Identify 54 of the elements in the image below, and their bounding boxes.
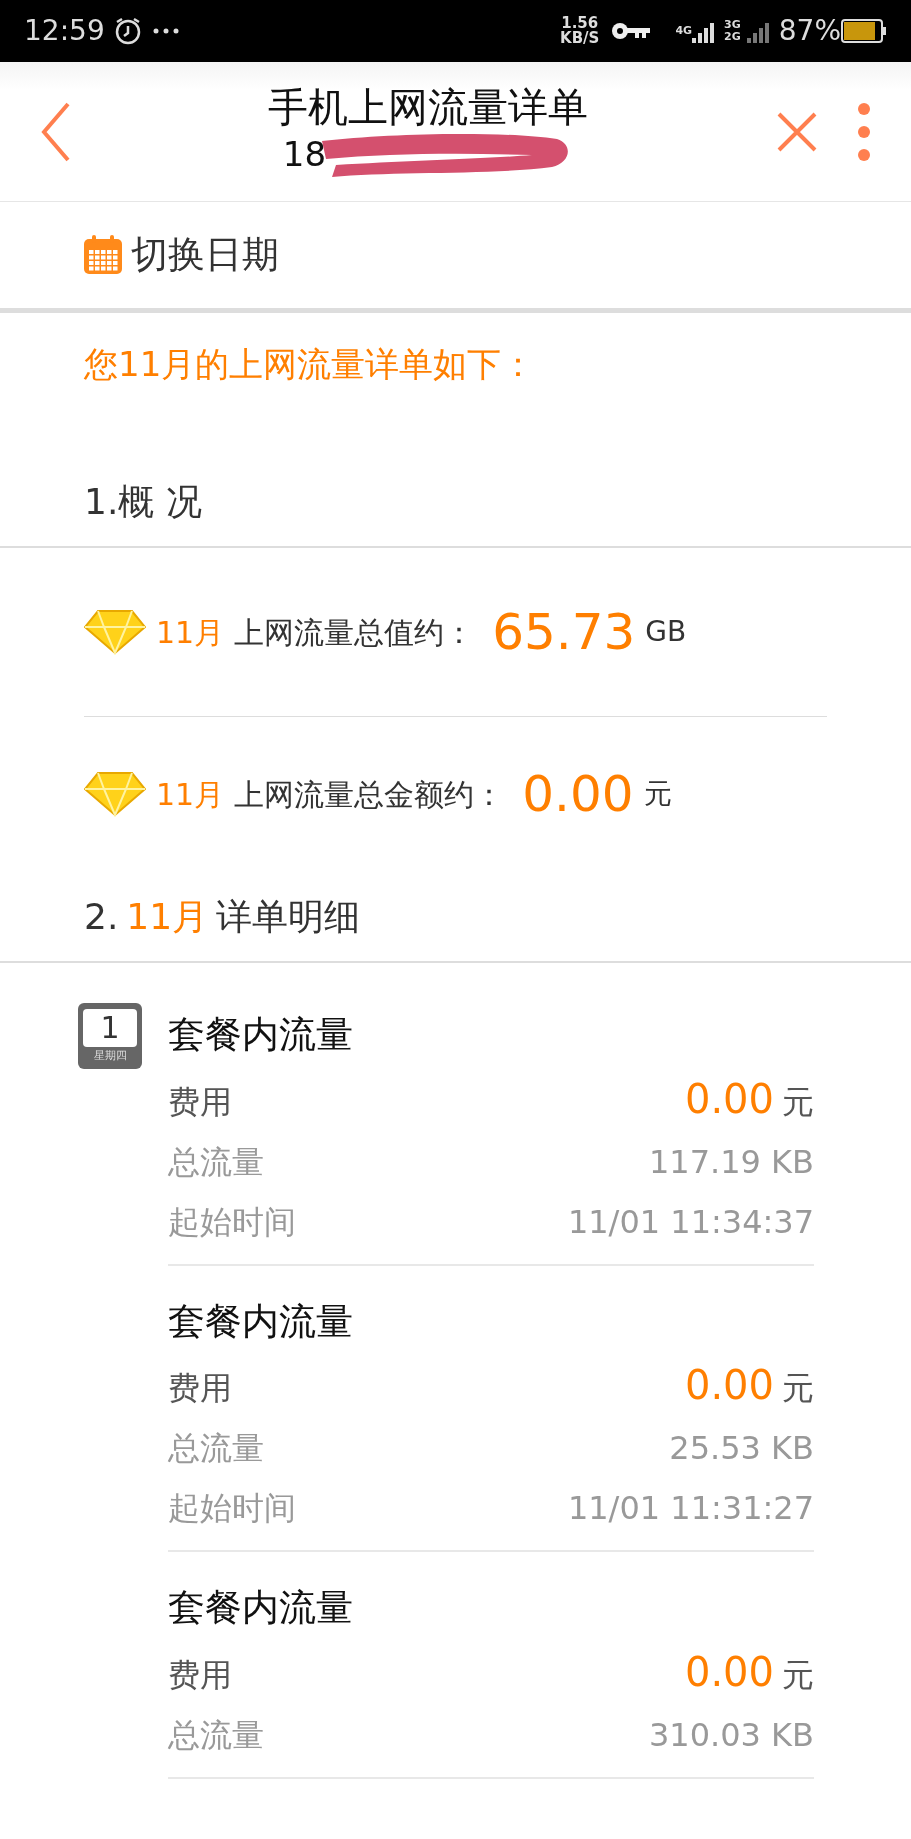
field-label: 总流量 [168, 1428, 264, 1469]
fee-unit: 元 [782, 1369, 814, 1407]
start-time: 11/01 11:34:37 [567, 1201, 814, 1243]
network-label: 2G [724, 31, 741, 44]
field-label: 费用 [168, 1368, 232, 1409]
fee-unit: 元 [782, 1082, 814, 1121]
summary-label: 上网流量总值约： [234, 613, 475, 652]
section-title: 详单明细 [216, 895, 361, 939]
field-label: 总流量 [168, 1714, 264, 1756]
record-title: 套餐内流量 [168, 1298, 354, 1345]
fee-value: 0.00 [684, 1075, 774, 1122]
summary-unit: 元 [643, 776, 672, 812]
battery-icon [841, 18, 887, 44]
record-title: 套餐内流量 [168, 1585, 354, 1631]
summary-month: 11月 [156, 775, 225, 814]
summary-unit: GB [645, 614, 687, 650]
section-title: 1.概 况 [84, 480, 202, 524]
key-icon [611, 21, 652, 41]
network-speed: 1.56 [560, 16, 600, 31]
section-number: 2. [84, 895, 119, 939]
summary-value: 65.73 [492, 601, 636, 663]
fee-value: 0.00 [684, 1362, 774, 1408]
total-value: 310.03 KB [648, 1714, 814, 1756]
date-switch-link[interactable]: 切换日期 [131, 227, 279, 283]
network-label: 4G [675, 24, 693, 38]
summary-value: 0.00 [522, 763, 634, 825]
field-label: 总流量 [168, 1141, 264, 1183]
diamond-icon [84, 609, 146, 655]
phone-number: 18 [282, 133, 327, 173]
calendar-icon[interactable] [83, 234, 123, 276]
close-icon[interactable] [777, 111, 817, 152]
summary-label: 上网流量总金额约： [234, 775, 505, 814]
total-value: 25.53 KB [669, 1428, 814, 1469]
start-time: 11/01 11:31:27 [567, 1488, 814, 1529]
field-label: 费用 [168, 1654, 232, 1696]
field-label: 费用 [168, 1081, 232, 1123]
intro-text: 您11月的上网流量详单如下： [84, 344, 536, 384]
day-number: 1 [83, 1009, 137, 1047]
diamond-icon [84, 771, 146, 817]
status-time: 12:59 [24, 13, 105, 49]
speed-unit: KB/S [560, 31, 600, 46]
fee-value: 0.00 [684, 1648, 774, 1695]
record-title: 套餐内流量 [168, 1012, 354, 1058]
weekday-label: 星期四 [93, 1048, 127, 1064]
fee-unit: 元 [782, 1655, 814, 1694]
page-title: 手机上网流量详单 [266, 82, 589, 131]
summary-month: 11月 [156, 613, 225, 652]
field-label: 起始时间 [168, 1488, 296, 1529]
section-month: 11月 [126, 895, 209, 939]
field-label: 起始时间 [168, 1201, 296, 1243]
network-label: 3G [724, 18, 741, 31]
battery-percent: 87% [778, 13, 841, 49]
menu-icon[interactable] [857, 101, 871, 162]
total-value: 117.19 KB [648, 1141, 814, 1183]
